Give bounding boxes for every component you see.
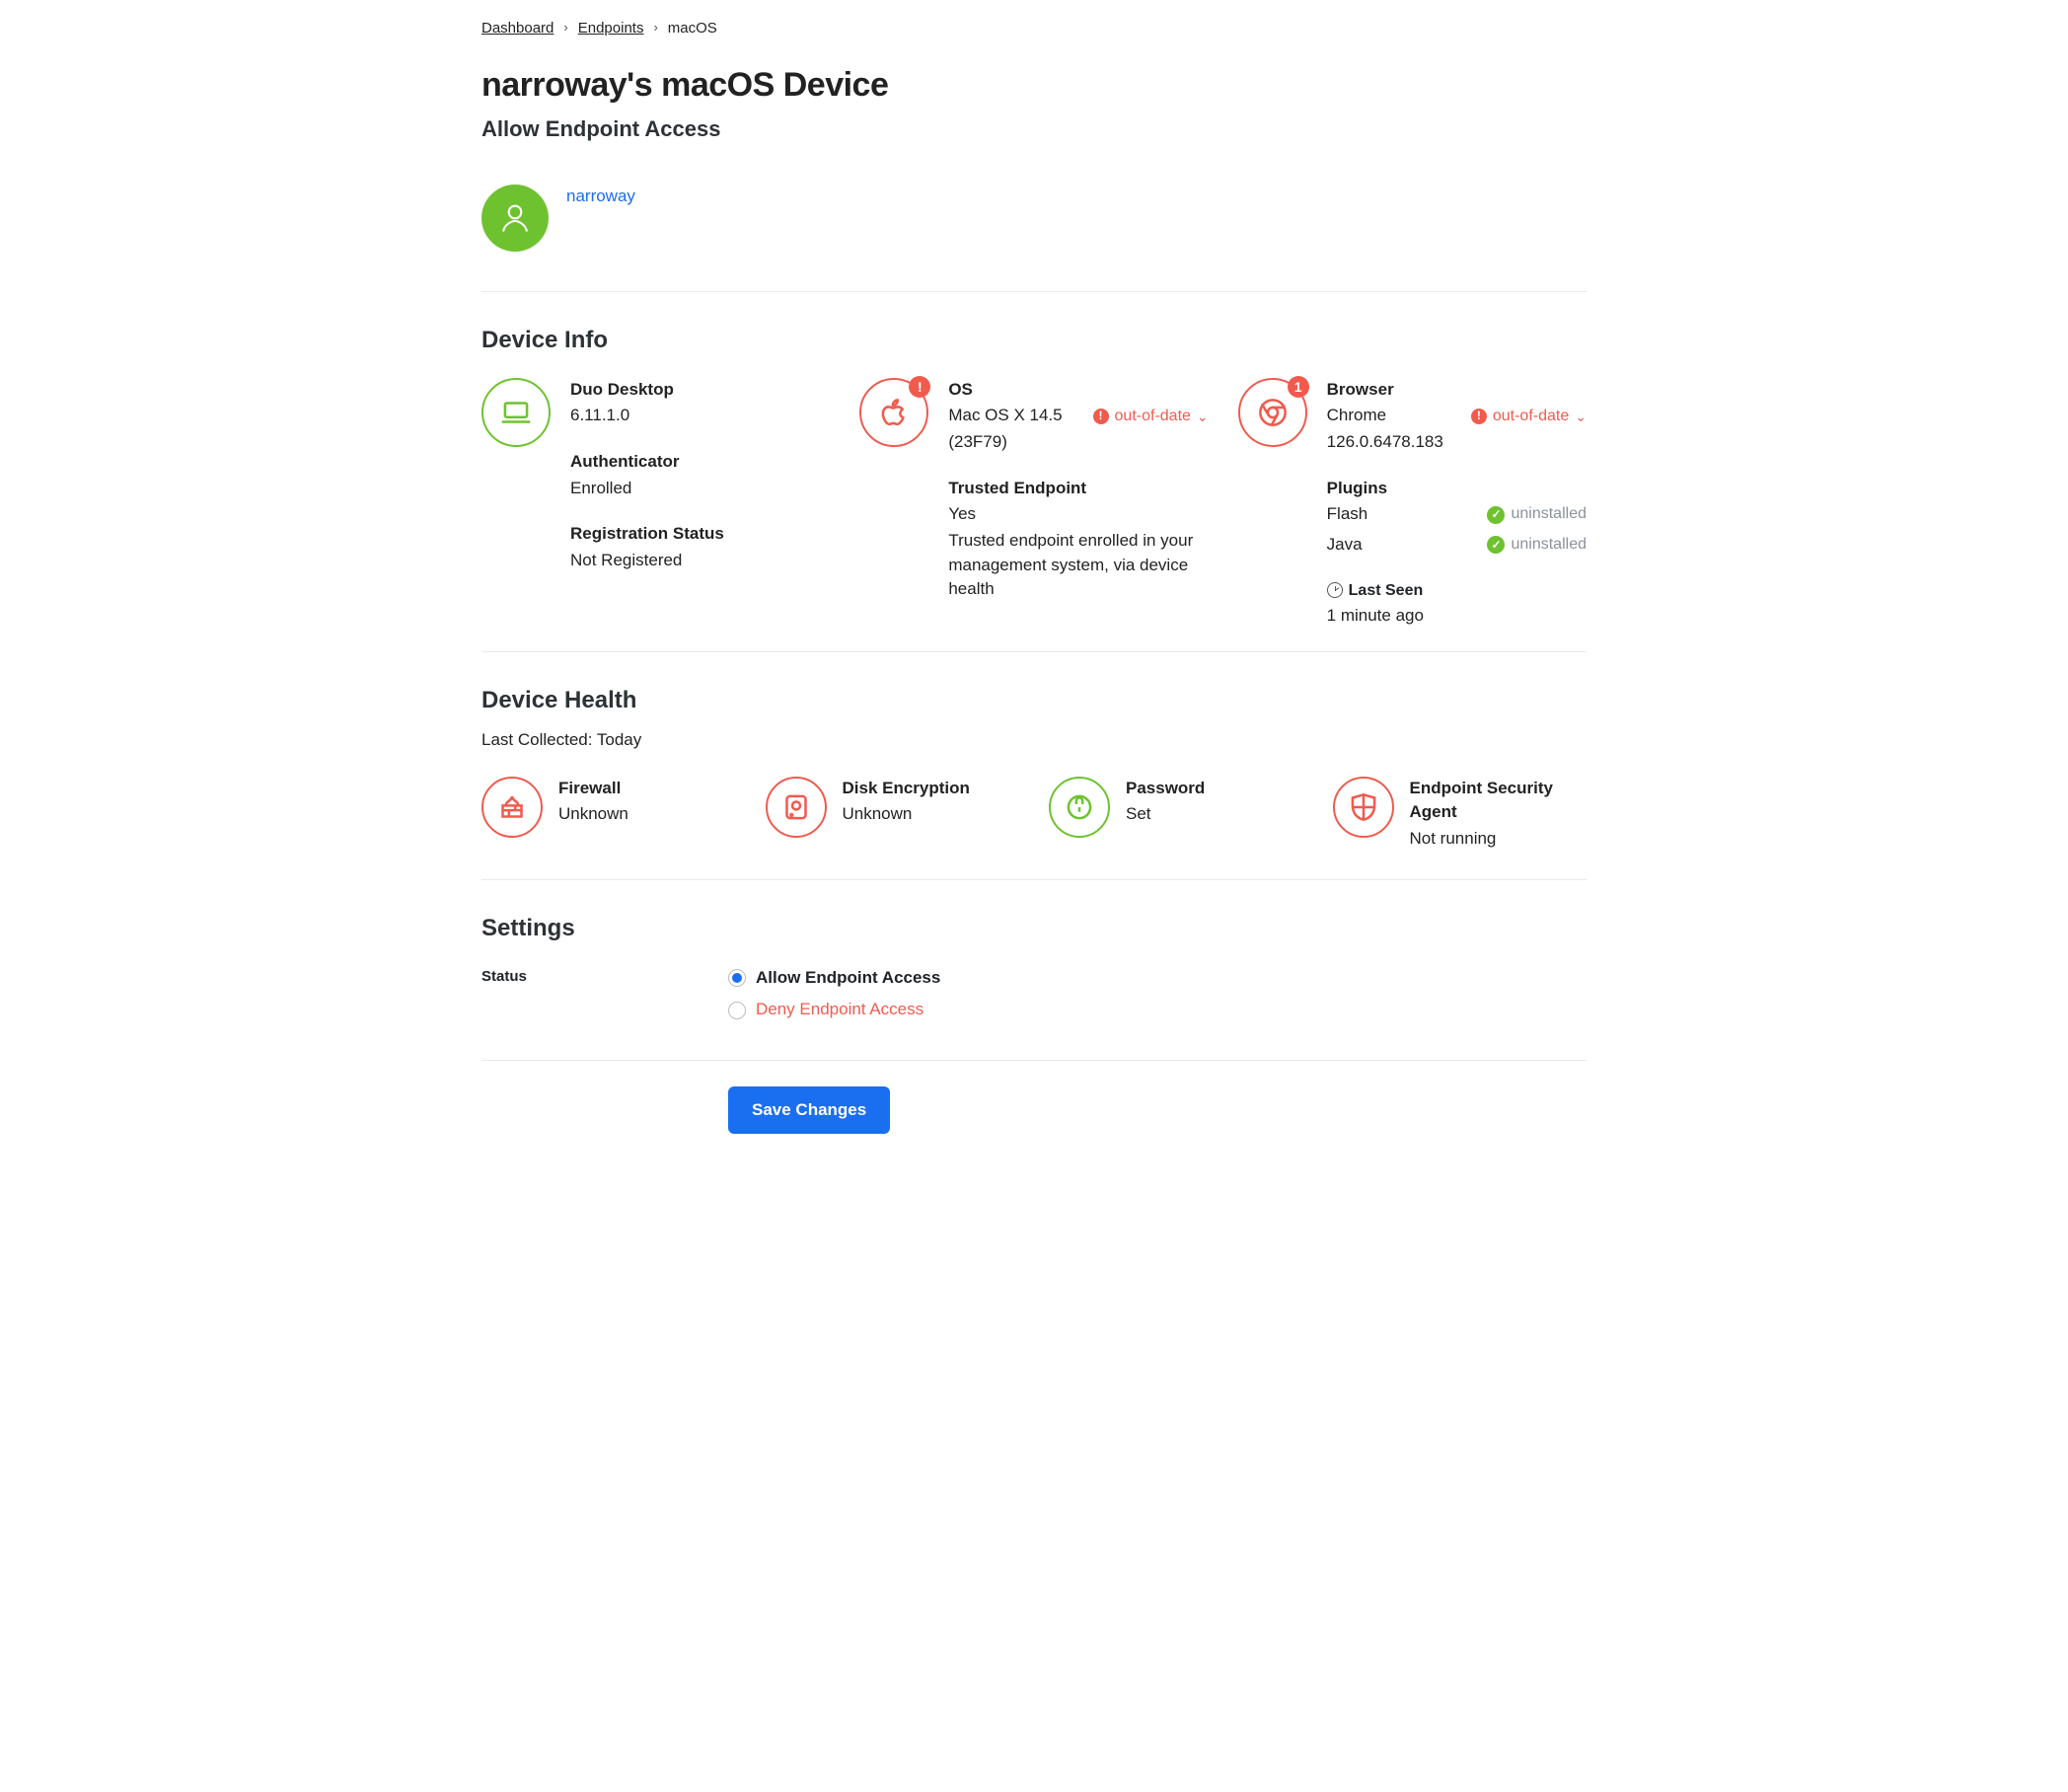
- authenticator-label: Authenticator: [570, 450, 830, 475]
- os-out-of-date-toggle[interactable]: ! out-of-date ⌄: [1093, 405, 1209, 427]
- last-seen-value: 1 minute ago: [1327, 604, 1587, 629]
- registration-value: Not Registered: [570, 549, 830, 573]
- radio-deny-label: Deny Endpoint Access: [756, 998, 923, 1022]
- trusted-endpoint-label: Trusted Endpoint: [948, 477, 1208, 501]
- apple-icon: !: [859, 378, 928, 447]
- status-field-label: Status: [481, 966, 649, 988]
- browser-name: Chrome: [1327, 404, 1443, 428]
- alert-icon: !: [1471, 409, 1487, 424]
- security-agent-icon: [1333, 777, 1394, 838]
- radio-allow[interactable]: [728, 969, 746, 987]
- owner-link[interactable]: narroway: [566, 185, 635, 209]
- os-label: OS: [948, 378, 1062, 403]
- chevron-right-icon: ›: [653, 19, 657, 37]
- save-changes-button[interactable]: Save Changes: [728, 1086, 890, 1134]
- browser-out-of-date-toggle[interactable]: ! out-of-date ⌄: [1471, 405, 1587, 427]
- last-seen-label: Last Seen: [1327, 579, 1587, 602]
- alert-icon: !: [1093, 409, 1109, 424]
- radio-deny[interactable]: [728, 1002, 746, 1019]
- page-subtitle: Allow Endpoint Access: [481, 113, 1587, 145]
- os-build: (23F79): [948, 430, 1062, 455]
- section-device-info: Device Info: [481, 324, 1587, 358]
- password-icon: [1049, 777, 1110, 838]
- os-version: Mac OS X 14.5: [948, 404, 1062, 428]
- password-label: Password: [1126, 777, 1303, 801]
- password-value: Set: [1126, 802, 1303, 827]
- check-icon: ✓: [1487, 536, 1505, 554]
- section-device-health: Device Health: [481, 684, 1587, 718]
- radio-allow-label: Allow Endpoint Access: [756, 966, 940, 991]
- user-icon: [497, 200, 533, 236]
- duo-desktop-label: Duo Desktop: [570, 378, 830, 403]
- count-badge: 1: [1288, 376, 1309, 398]
- plugin-java-status: ✓uninstalled: [1487, 533, 1587, 556]
- browser-version: 126.0.6478.183: [1327, 430, 1443, 455]
- laptop-icon: [481, 378, 551, 447]
- plugin-flash: Flash: [1327, 502, 1368, 527]
- breadcrumb: Dashboard › Endpoints › macOS: [481, 18, 1587, 39]
- authenticator-value: Enrolled: [570, 477, 830, 501]
- breadcrumb-current: macOS: [668, 18, 717, 39]
- firewall-label: Firewall: [558, 777, 736, 801]
- breadcrumb-dashboard[interactable]: Dashboard: [481, 18, 554, 39]
- disk-encryption-label: Disk Encryption: [843, 777, 1020, 801]
- duo-desktop-version: 6.11.1.0: [570, 404, 830, 428]
- security-agent-label: Endpoint Security Agent: [1410, 777, 1588, 825]
- security-agent-value: Not running: [1410, 827, 1588, 852]
- chevron-right-icon: ›: [563, 19, 567, 37]
- disk-encryption-icon: [766, 777, 827, 838]
- firewall-value: Unknown: [558, 802, 736, 827]
- registration-label: Registration Status: [570, 522, 830, 547]
- chrome-icon: 1: [1238, 378, 1307, 447]
- trusted-endpoint-value: Yes: [948, 502, 1208, 527]
- os-status-text: out-of-date: [1115, 405, 1191, 427]
- plugins-label: Plugins: [1327, 477, 1587, 501]
- browser-label: Browser: [1327, 378, 1443, 403]
- section-settings: Settings: [481, 912, 1587, 946]
- plugin-flash-status: ✓uninstalled: [1487, 502, 1587, 525]
- chevron-down-icon: ⌄: [1197, 407, 1209, 426]
- trusted-endpoint-desc: Trusted endpoint enrolled in your manage…: [948, 529, 1205, 602]
- avatar: [481, 185, 549, 252]
- breadcrumb-endpoints[interactable]: Endpoints: [578, 18, 644, 39]
- clock-icon: [1327, 582, 1343, 598]
- browser-status-text: out-of-date: [1493, 405, 1569, 427]
- chevron-down-icon: ⌄: [1575, 407, 1587, 426]
- firewall-icon: [481, 777, 543, 838]
- disk-encryption-value: Unknown: [843, 802, 1020, 827]
- last-collected: Last Collected: Today: [481, 728, 1587, 753]
- page-title: narroway's macOS Device: [481, 61, 1587, 110]
- check-icon: ✓: [1487, 506, 1505, 524]
- alert-badge-icon: !: [909, 376, 930, 398]
- plugin-java: Java: [1327, 533, 1363, 558]
